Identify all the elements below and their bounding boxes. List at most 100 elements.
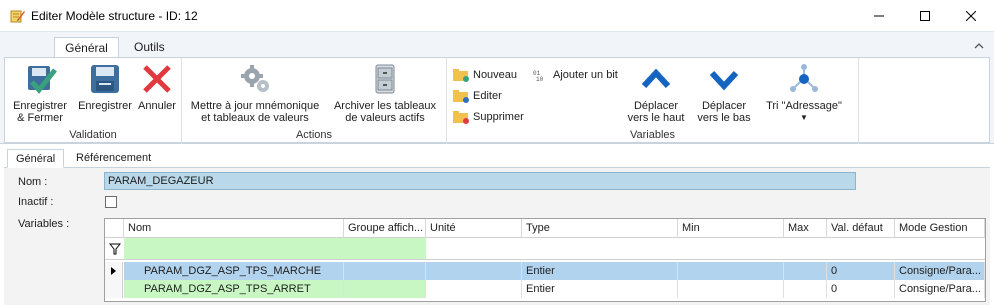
column-header-val-defaut[interactable]: Val. défaut: [827, 219, 895, 238]
inactif-checkbox[interactable]: [105, 196, 117, 208]
svg-text:10: 10: [536, 76, 544, 82]
chevron-up-icon: [641, 68, 671, 89]
cabinet-icon: [375, 64, 395, 94]
binary-icon: 0110: [533, 70, 544, 82]
column-header-type[interactable]: Type: [522, 219, 678, 238]
column-header-nom[interactable]: Nom: [124, 219, 344, 238]
edit-label: Editer: [473, 90, 502, 102]
cell-mode-gestion[interactable]: Consigne/Para...: [895, 280, 985, 298]
ribbon-tabs: Général Outils: [0, 32, 994, 58]
cell-type[interactable]: Entier: [522, 280, 678, 298]
column-header-min[interactable]: Min: [678, 219, 784, 238]
save-close-icon: [28, 66, 57, 94]
row-indicator: [105, 280, 123, 298]
update-label-1: Mettre à jour mnémonique: [190, 100, 320, 112]
cancel-x-icon: [143, 65, 171, 93]
add-bit-button[interactable]: 01 10 Ajouter un bit: [533, 66, 618, 84]
save-close-label-1: Enregistrer: [13, 100, 67, 112]
cell-max[interactable]: [784, 262, 827, 280]
ribbon-collapse-icon[interactable]: [974, 41, 984, 52]
cell-groupe[interactable]: [344, 262, 426, 280]
ribbon-tab-outils[interactable]: Outils: [124, 37, 175, 58]
close-button[interactable]: [948, 0, 994, 31]
column-header-mode-gestion[interactable]: Mode Gestion: [895, 219, 985, 238]
minimize-icon: [874, 15, 884, 16]
save-icon: [91, 65, 119, 93]
maximize-button[interactable]: [902, 0, 948, 31]
close-icon: [966, 10, 976, 21]
inactif-label: Inactif :: [18, 196, 54, 208]
nom-label: Nom :: [18, 176, 48, 188]
filter-input-nom[interactable]: [124, 238, 426, 259]
edit-variable-button[interactable]: Editer: [453, 87, 502, 105]
cell-mode-gestion[interactable]: Consigne/Para...: [895, 262, 985, 280]
cell-nom[interactable]: PARAM_DGZ_ASP_TPS_ARRET: [124, 280, 344, 298]
cell-min[interactable]: [678, 280, 784, 298]
archive-tables-button[interactable]: Archiver les tableaux de valeurs actifs: [326, 62, 444, 124]
filter-row: [105, 238, 985, 260]
tab-referencement[interactable]: Référencement: [68, 149, 159, 168]
cell-groupe[interactable]: [344, 280, 426, 298]
tab-general[interactable]: Général: [7, 149, 65, 168]
row-indicator: [105, 262, 123, 280]
cancel-label: Annuler: [138, 100, 176, 112]
cancel-button[interactable]: Annuler: [135, 62, 179, 112]
filter-icon[interactable]: [105, 238, 124, 259]
variables-grid: Nom Groupe affich... Unité Type Min Max …: [104, 218, 986, 302]
chevron-down-icon: [709, 70, 739, 91]
group-label-variables: Variables: [629, 129, 676, 141]
table-row[interactable]: PARAM_DGZ_ASP_TPS_MARCHE Entier 0 Consig…: [105, 262, 985, 280]
group-label-actions: Actions: [295, 129, 333, 141]
move-down-button[interactable]: Déplacer vers le bas: [691, 62, 757, 124]
nom-input[interactable]: PARAM_DEGAZEUR: [104, 172, 856, 190]
new-label: Nouveau: [473, 69, 518, 81]
window-title: Editer Modèle structure - ID: 12: [31, 9, 198, 23]
update-mnemonic-button[interactable]: Mettre à jour mnémonique et tableaux de …: [188, 62, 322, 124]
delete-variable-button[interactable]: Supprimer: [453, 108, 524, 126]
folder-new-icon: [453, 69, 469, 82]
save-close-button[interactable]: Enregistrer & Fermer: [7, 62, 73, 124]
grid-header: Nom Groupe affich... Unité Type Min Max …: [105, 219, 985, 238]
title-bar: Editer Modèle structure - ID: 12: [0, 0, 994, 31]
cell-type[interactable]: Entier: [522, 262, 678, 280]
ribbon-panel: Enregistrer & Fermer Enregistrer Annuler: [4, 57, 990, 144]
content-tabs: Général Référencement: [4, 148, 990, 168]
column-header-max[interactable]: Max: [784, 219, 827, 238]
save-close-label-2: & Fermer: [17, 112, 63, 124]
group-validation: Enregistrer & Fermer Enregistrer Annuler: [5, 58, 182, 144]
cell-unite[interactable]: [426, 262, 522, 280]
cell-unite[interactable]: [426, 280, 522, 298]
maximize-icon: [920, 10, 930, 21]
minimize-button[interactable]: [856, 0, 902, 31]
sort-label: Tri "Adressage": [766, 100, 842, 112]
group-label-validation: Validation: [69, 129, 117, 141]
cell-val-defaut[interactable]: 0: [827, 262, 895, 280]
column-header-groupe[interactable]: Groupe affich...: [344, 219, 426, 238]
hierarchy-icon: [790, 64, 818, 92]
group-actions: Mettre à jour mnémonique et tableaux de …: [182, 58, 447, 144]
table-row[interactable]: PARAM_DGZ_ASP_TPS_ARRET Entier 0 Consign…: [105, 280, 985, 298]
variables-label: Variables :: [18, 218, 70, 230]
folder-delete-icon: [453, 111, 469, 124]
sort-address-button[interactable]: Tri "Adressage" ▼: [757, 62, 851, 124]
update-label-2: et tableaux de valeurs: [201, 112, 309, 124]
move-up-label-1: Déplacer: [633, 100, 679, 112]
move-down-label-1: Déplacer: [701, 100, 747, 112]
move-up-button[interactable]: Déplacer vers le haut: [619, 62, 693, 124]
cell-val-defaut[interactable]: 0: [827, 280, 895, 298]
column-header-unite[interactable]: Unité: [426, 219, 522, 238]
save-label: Enregistrer: [78, 100, 132, 112]
save-button[interactable]: Enregistrer: [73, 62, 137, 112]
cell-nom[interactable]: PARAM_DGZ_ASP_TPS_MARCHE: [124, 262, 344, 280]
move-up-label-2: vers le haut: [627, 112, 685, 124]
folder-edit-icon: [453, 90, 469, 103]
archive-label-2: de valeurs actifs: [345, 112, 425, 124]
cell-max[interactable]: [784, 280, 827, 298]
move-down-label-2: vers le bas: [697, 112, 751, 124]
cell-min[interactable]: [678, 262, 784, 280]
ribbon-tab-general[interactable]: Général: [54, 37, 119, 58]
add-bit-label: Ajouter un bit: [553, 69, 618, 81]
ribbon: Général Outils Enregistrer & Fermer Enre…: [0, 31, 994, 144]
new-variable-button[interactable]: Nouveau: [453, 66, 517, 84]
gears-icon: [241, 65, 269, 92]
